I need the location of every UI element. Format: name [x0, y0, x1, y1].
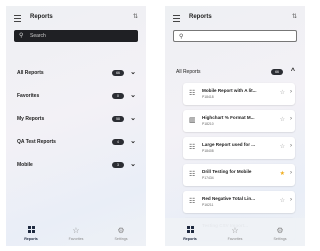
- star-filled-icon[interactable]: ★: [280, 170, 285, 177]
- report-name: Red Negative Total Lin...: [202, 196, 256, 201]
- category-label: Mobile: [17, 162, 33, 168]
- search-input[interactable]: ⚲: [173, 30, 297, 42]
- star-icon[interactable]: ☆: [280, 116, 285, 123]
- category-all-reports[interactable]: All Reports 66 ⌄: [14, 68, 138, 78]
- category-favorites[interactable]: Favorites 0 ⌄: [14, 91, 138, 101]
- chevron-down-icon[interactable]: ⌄: [130, 91, 136, 99]
- report-id: P17434: [202, 176, 214, 180]
- nav-label: Settings: [273, 237, 287, 241]
- nav-reports[interactable]: Reports: [175, 226, 205, 241]
- count-badge: 4: [112, 139, 124, 145]
- chevron-down-icon[interactable]: ⌄: [130, 68, 136, 76]
- section-label: All Reports: [176, 69, 201, 75]
- chevron-down-icon[interactable]: ⌄: [130, 160, 136, 168]
- reports-icon: [175, 226, 205, 236]
- category-label: Favorites: [17, 93, 40, 99]
- star-icon[interactable]: ☆: [280, 197, 285, 204]
- report-id: P16211: [202, 203, 214, 207]
- category-label: All Reports: [17, 70, 44, 76]
- report-name: Mobile Report with A lit...: [202, 88, 257, 93]
- chevron-down-icon[interactable]: ⌄: [130, 114, 136, 122]
- chevron-down-icon[interactable]: ⌄: [130, 137, 136, 145]
- nav-label: Reports: [24, 237, 38, 241]
- bottom-nav: Reports ☆ Favorites ⚙ Settings: [165, 218, 305, 246]
- nav-settings[interactable]: ⚙ Settings: [265, 226, 295, 241]
- nav-label: Favorites: [227, 237, 243, 241]
- report-name: Drill Testing for Mobile: [202, 169, 252, 174]
- report-name: Large Report used for ...: [202, 142, 256, 147]
- chevron-right-icon[interactable]: ›: [290, 197, 292, 203]
- nav-label: Favorites: [68, 237, 84, 241]
- chevron-right-icon[interactable]: ›: [290, 89, 292, 95]
- menu-icon[interactable]: [14, 15, 21, 24]
- star-icon[interactable]: ☆: [280, 143, 285, 150]
- nav-favorites[interactable]: ☆ Favorites: [220, 226, 250, 241]
- bar-chart-icon: ▥: [189, 117, 196, 124]
- chevron-up-icon[interactable]: ^: [291, 68, 295, 75]
- app-header: Reports ⇅: [6, 6, 146, 30]
- star-icon: ☆: [231, 226, 239, 235]
- category-label: QA Test Reports: [17, 139, 56, 145]
- star-icon[interactable]: ☆: [280, 89, 285, 96]
- search-icon: ⚲: [19, 33, 24, 39]
- gear-icon: ⚙: [276, 226, 284, 235]
- count-badge: 0: [112, 93, 124, 99]
- report-id: P18210: [202, 122, 214, 126]
- category-qa-test-reports[interactable]: QA Test Reports 4 ⌄: [14, 137, 138, 147]
- table-icon: ☷: [189, 171, 196, 178]
- page-title: Reports: [189, 14, 212, 20]
- count-badge: 66: [112, 70, 124, 76]
- table-icon: ☷: [189, 144, 196, 151]
- search-input[interactable]: ⚲ Search: [14, 30, 138, 42]
- report-card[interactable]: ☷ Red Negative Total Lin... P16211 ☆ ›: [183, 191, 295, 213]
- count-badge: 66: [271, 69, 283, 75]
- report-id: P18408: [202, 149, 214, 153]
- table-icon: ☷: [189, 90, 196, 97]
- report-id: P18418: [202, 95, 214, 99]
- all-reports-screen: Reports ⇅ ⚲ All Reports 66 ^ ☷ Mobile Re…: [165, 6, 305, 246]
- count-badge: 3: [112, 162, 124, 168]
- reports-icon: [16, 226, 46, 236]
- search-icon: ⚲: [179, 34, 184, 40]
- report-card[interactable]: ☷ Mobile Report with A lit... P18418 ☆ ›: [183, 83, 295, 105]
- page-title: Reports: [30, 14, 53, 20]
- nav-label: Settings: [114, 237, 128, 241]
- table-icon: ☷: [189, 198, 196, 205]
- menu-icon[interactable]: [173, 15, 180, 24]
- nav-reports[interactable]: Reports: [16, 226, 46, 241]
- chevron-right-icon[interactable]: ›: [290, 170, 292, 176]
- report-card[interactable]: ☷ Large Report used for ... P18408 ☆ ›: [183, 137, 295, 159]
- sort-icon[interactable]: ⇅: [133, 13, 138, 20]
- app-header: Reports ⇅: [165, 6, 305, 30]
- nav-favorites[interactable]: ☆ Favorites: [61, 226, 91, 241]
- chevron-right-icon[interactable]: ›: [290, 116, 292, 122]
- report-card[interactable]: ☷ Drill Testing for Mobile P17434 ★ ›: [183, 164, 295, 186]
- gear-icon: ⚙: [117, 226, 125, 235]
- category-label: My Reports: [17, 116, 45, 122]
- category-mobile[interactable]: Mobile 3 ⌄: [14, 160, 138, 170]
- category-my-reports[interactable]: My Reports 58 ⌄: [14, 114, 138, 124]
- report-name: Highchart % Format M...: [202, 115, 255, 120]
- star-icon: ☆: [72, 226, 80, 235]
- report-card[interactable]: ▥ Highchart % Format M... P18210 ☆ ›: [183, 110, 295, 132]
- section-all-reports[interactable]: All Reports 66 ^: [173, 67, 297, 77]
- nav-settings[interactable]: ⚙ Settings: [106, 226, 136, 241]
- sort-icon[interactable]: ⇅: [292, 13, 297, 20]
- reports-list-screen: Reports ⇅ ⚲ Search All Reports 66 ⌄ Favo…: [6, 6, 146, 246]
- bottom-nav: Reports ☆ Favorites ⚙ Settings: [6, 218, 146, 246]
- nav-label: Reports: [183, 237, 197, 241]
- chevron-right-icon[interactable]: ›: [290, 143, 292, 149]
- search-placeholder: Search: [30, 33, 46, 39]
- count-badge: 58: [112, 116, 124, 122]
